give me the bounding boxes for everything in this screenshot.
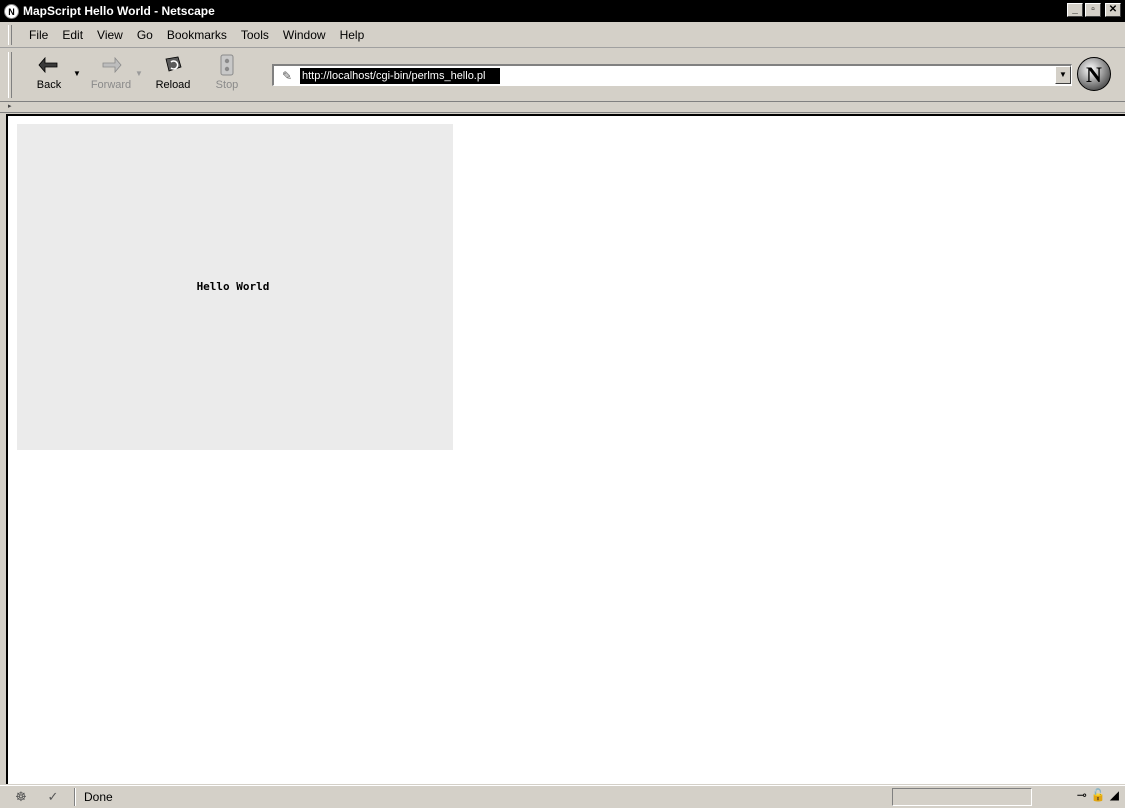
status-indicators: ⊸ 🔓 ◢: [1077, 788, 1119, 802]
status-text: Done: [84, 790, 113, 804]
menu-file[interactable]: File: [22, 28, 55, 42]
mail-icon[interactable]: ✓: [42, 788, 64, 806]
online-status-icon[interactable]: ⊸: [1077, 788, 1087, 802]
toolbar-grip[interactable]: [8, 24, 12, 45]
security-lock-icon[interactable]: 🔓: [1091, 788, 1106, 802]
page-content: Hello World: [6, 114, 1125, 784]
menu-tools[interactable]: Tools: [234, 28, 276, 42]
component-bar-icon[interactable]: ☸: [10, 788, 32, 806]
page-proxy-icon[interactable]: ✎: [278, 67, 296, 85]
status-bar: ☸ ✓ Done ⊸ 🔓 ◢: [0, 785, 1125, 808]
menu-edit[interactable]: Edit: [55, 28, 90, 42]
navigation-toolbar: Back ▼ Forward ▼ Reload Stop ✎ ▼ N: [0, 48, 1125, 102]
back-arrow-icon: [38, 56, 58, 74]
title-bar: N MapScript Hello World - Netscape _ ▫ ✕: [0, 0, 1125, 22]
resize-grip-icon[interactable]: ◢: [1110, 788, 1119, 802]
menu-bookmarks[interactable]: Bookmarks: [160, 28, 234, 42]
status-divider: [74, 788, 76, 806]
forward-arrow-icon: [102, 56, 122, 74]
reload-button[interactable]: Reload: [146, 48, 200, 98]
menu-window[interactable]: Window: [276, 28, 333, 42]
minimize-button[interactable]: _: [1067, 3, 1083, 17]
location-bar: ✎ ▼: [272, 64, 1072, 86]
reload-icon: [165, 56, 182, 72]
back-button[interactable]: Back: [22, 48, 76, 98]
url-input[interactable]: [300, 67, 500, 84]
menu-help[interactable]: Help: [333, 28, 372, 42]
map-image: Hello World: [17, 124, 453, 450]
toolbar-grip[interactable]: [8, 52, 12, 98]
netscape-throbber-icon[interactable]: N: [1077, 57, 1111, 91]
window-controls: _ ▫ ✕: [1067, 3, 1121, 17]
stop-button[interactable]: Stop: [200, 48, 254, 98]
menu-go[interactable]: Go: [130, 28, 160, 42]
url-history-dropdown[interactable]: ▼: [1055, 66, 1071, 84]
reload-label: Reload: [155, 79, 191, 91]
progress-panel: [892, 788, 1032, 806]
personal-toolbar-strip[interactable]: ▸: [0, 102, 1125, 113]
maximize-button[interactable]: ▫: [1085, 3, 1101, 17]
window-title: MapScript Hello World - Netscape: [23, 4, 215, 18]
netscape-icon: N: [4, 3, 19, 19]
map-label: Hello World: [196, 279, 270, 293]
forward-label: Forward: [90, 79, 132, 91]
menu-view[interactable]: View: [90, 28, 130, 42]
forward-button[interactable]: Forward: [84, 48, 138, 98]
stop-label: Stop: [215, 79, 239, 91]
close-button[interactable]: ✕: [1105, 3, 1121, 17]
menu-bar: File Edit View Go Bookmarks Tools Window…: [0, 22, 1125, 48]
back-label: Back: [36, 79, 62, 91]
stop-icon: [220, 54, 234, 76]
